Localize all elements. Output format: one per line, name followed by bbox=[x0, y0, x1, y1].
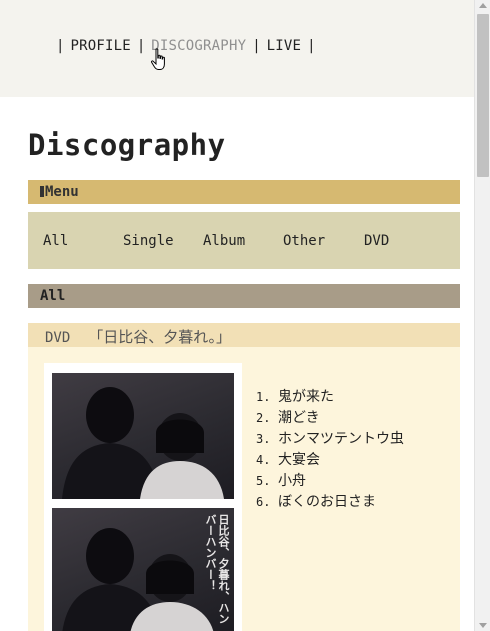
scrollbar-thumb[interactable] bbox=[477, 14, 489, 177]
nav-separator: | bbox=[307, 38, 316, 54]
scroll-up-arrow-icon[interactable] bbox=[479, 3, 487, 8]
track-item: 1. 鬼が来た bbox=[256, 387, 404, 408]
track-item: 2. 潮どき bbox=[256, 408, 404, 429]
track-title: 大宴会 bbox=[278, 452, 320, 468]
page-title: Discography bbox=[28, 128, 226, 162]
nav-separator: | bbox=[136, 38, 146, 54]
cover-photo-top bbox=[52, 373, 234, 499]
menu-section-header: Menu bbox=[28, 180, 460, 204]
track-number: 2. bbox=[256, 411, 271, 425]
menu-link-all[interactable]: All bbox=[43, 233, 68, 249]
nav-separator: | bbox=[252, 38, 261, 54]
menu-link-dvd[interactable]: DVD bbox=[364, 233, 389, 249]
track-item: 3. ホンマツテントウ虫 bbox=[256, 429, 404, 450]
track-item: 6. ぼくのお日さま bbox=[256, 492, 404, 513]
menu-marker-icon bbox=[40, 186, 44, 197]
cover-title-text: 日比谷、夕暮れ、ハンバーハンバー！ bbox=[204, 514, 230, 624]
track-number: 4. bbox=[256, 453, 271, 467]
scroll-down-arrow-icon[interactable] bbox=[479, 623, 487, 628]
track-list: 1. 鬼が来た 2. 潮どき 3. ホンマツテントウ虫 4. 大宴会 5. 小舟 6. ぼく… bbox=[256, 387, 404, 513]
track-title: 鬼が来た bbox=[278, 389, 334, 405]
band-silhouette-image bbox=[62, 387, 224, 499]
menu-link-album[interactable]: Album bbox=[203, 233, 245, 249]
nav-separator: | bbox=[56, 38, 65, 54]
hand-pointer-icon bbox=[150, 48, 165, 70]
vertical-scrollbar[interactable] bbox=[474, 0, 490, 631]
track-title: ぼくのお日さま bbox=[278, 494, 376, 510]
menu-header-label: Menu bbox=[45, 184, 79, 200]
track-title: ホンマツテントウ虫 bbox=[278, 431, 404, 447]
release-body: 日比谷、夕暮れ、ハンバーハンバー！ 1. 鬼が来た 2. 潮どき 3. ホンマツテント… bbox=[28, 347, 460, 631]
track-number: 5. bbox=[256, 474, 271, 488]
category-menu: All Single Album Other DVD bbox=[28, 212, 460, 269]
track-number: 6. bbox=[256, 495, 271, 509]
main-nav: | PROFILE | DISCOGRAPHY | LIVE | bbox=[50, 38, 322, 54]
menu-link-single[interactable]: Single bbox=[123, 233, 174, 249]
track-title: 潮どき bbox=[278, 410, 320, 426]
menu-link-other[interactable]: Other bbox=[283, 233, 325, 249]
release-cover[interactable]: 日比谷、夕暮れ、ハンバーハンバー！ bbox=[44, 363, 242, 631]
track-number: 3. bbox=[256, 432, 271, 446]
nav-item-profile[interactable]: PROFILE bbox=[70, 38, 130, 54]
track-item: 4. 大宴会 bbox=[256, 450, 404, 471]
release-title: 「日比谷、夕暮れ。」 bbox=[88, 328, 231, 346]
track-title: 小舟 bbox=[278, 473, 306, 489]
all-section-header: All bbox=[28, 284, 460, 308]
nav-item-live[interactable]: LIVE bbox=[267, 38, 302, 54]
track-item: 5. 小舟 bbox=[256, 471, 404, 492]
release-header: DVD 「日比谷、夕暮れ。」 bbox=[28, 323, 460, 347]
cover-photo-bottom: 日比谷、夕暮れ、ハンバーハンバー！ bbox=[52, 508, 234, 631]
track-number: 1. bbox=[256, 390, 271, 404]
site-header: | PROFILE | DISCOGRAPHY | LIVE | bbox=[0, 0, 474, 97]
release-type: DVD bbox=[45, 330, 71, 346]
